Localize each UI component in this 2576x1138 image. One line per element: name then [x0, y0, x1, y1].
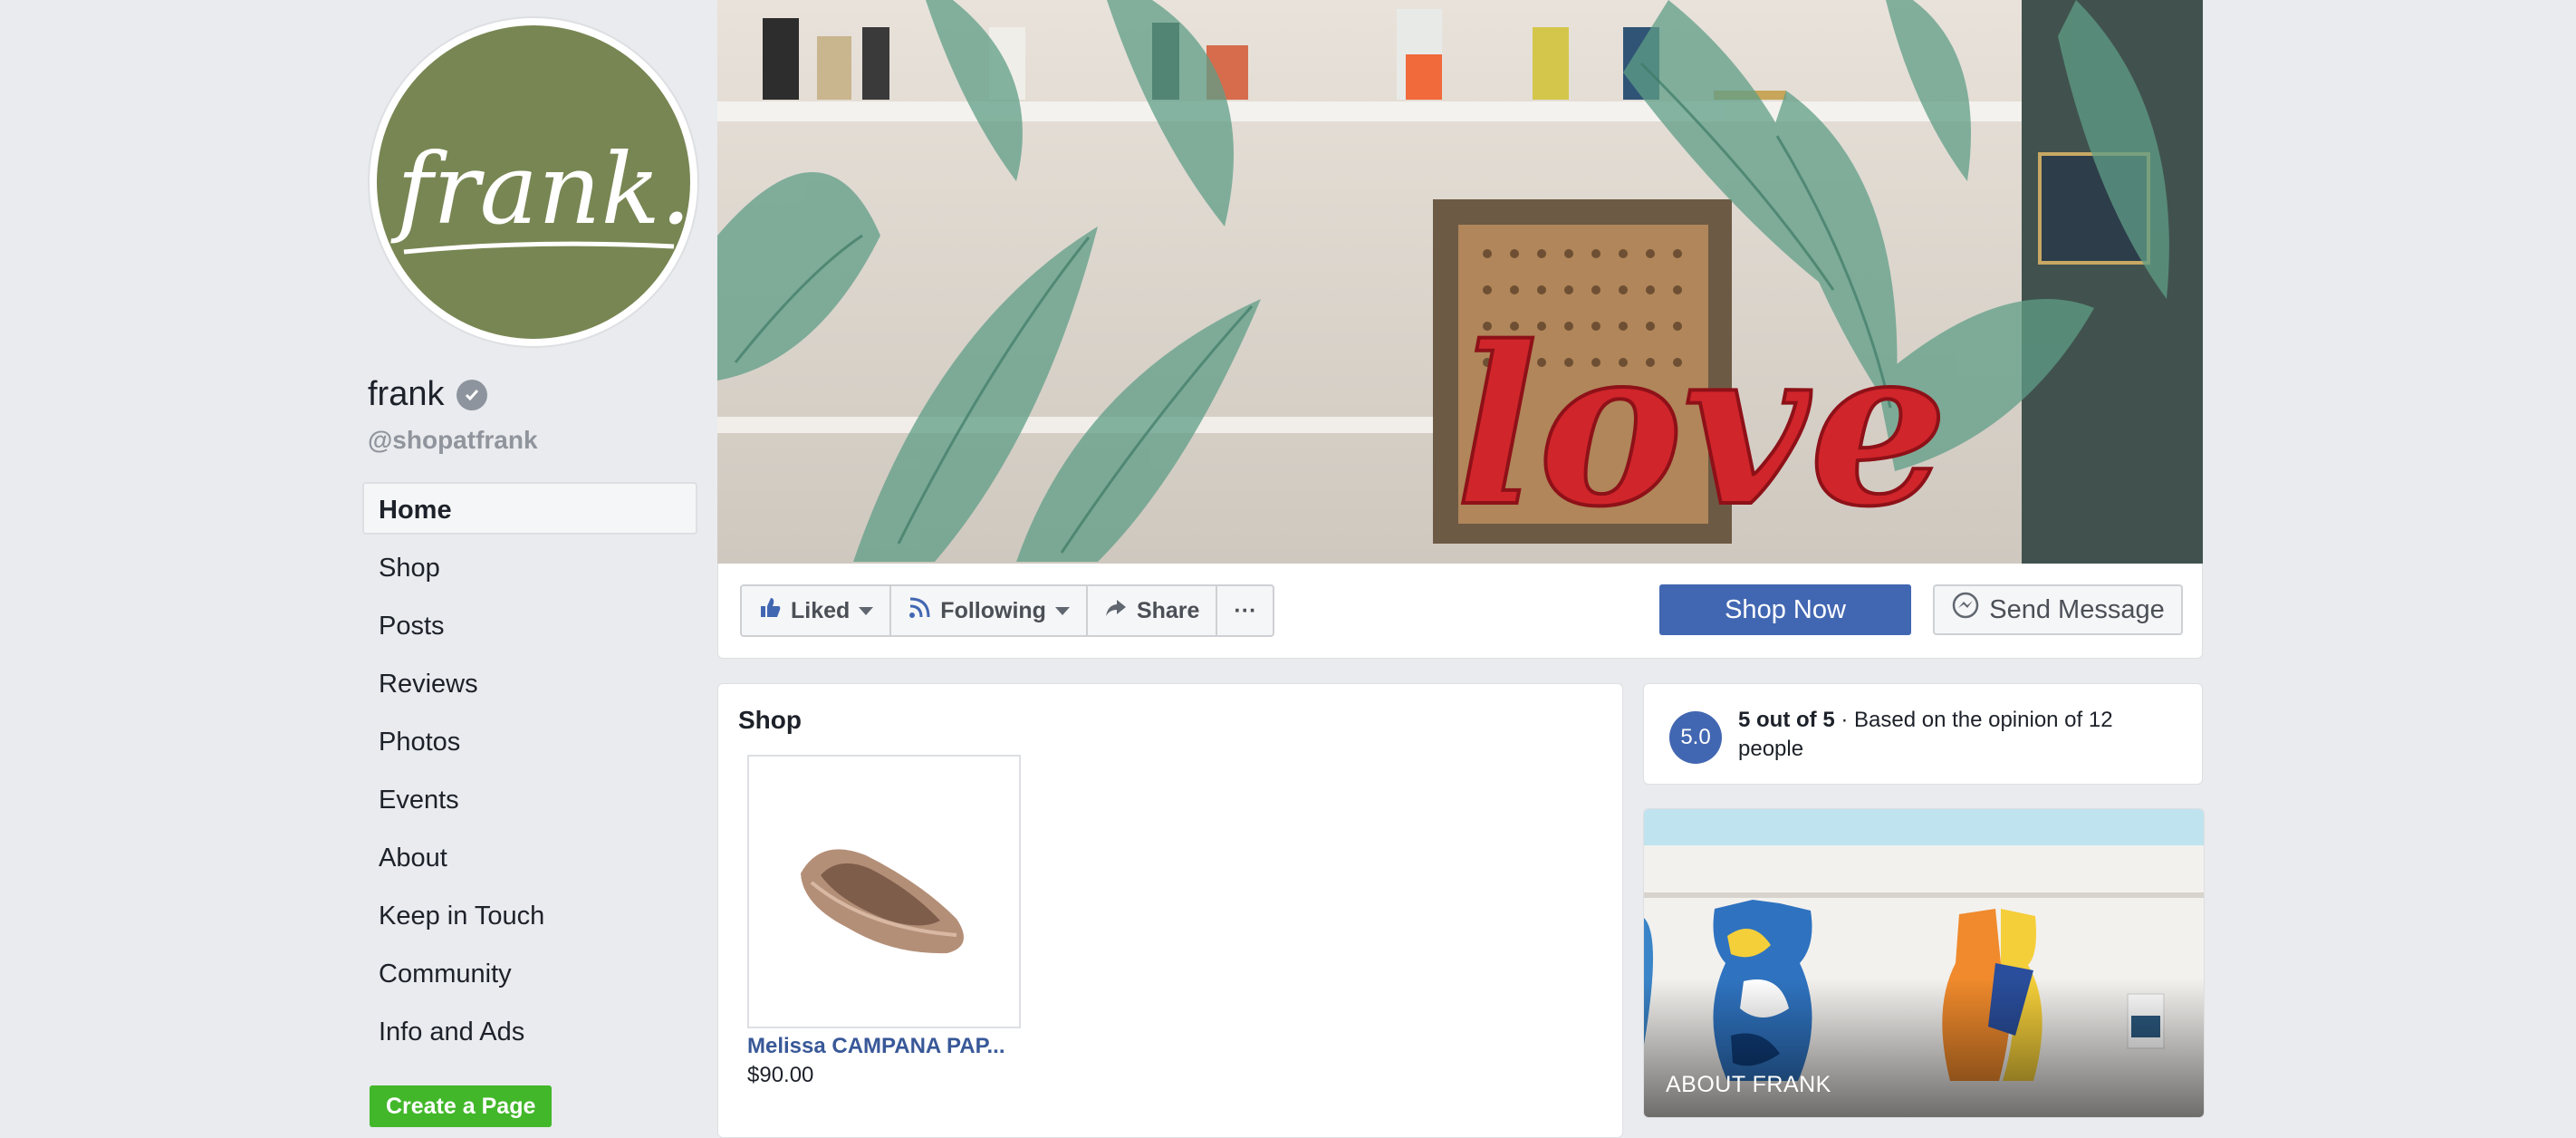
liked-button[interactable]: Liked — [742, 586, 892, 635]
page-action-bar: Liked Following Share ··· Shop Now Send … — [717, 564, 2203, 659]
liked-label: Liked — [791, 597, 851, 623]
about-card[interactable]: ABOUT FRANK — [1643, 808, 2205, 1118]
page-action-group: Liked Following Share ··· — [740, 584, 1275, 637]
thumbs-up-icon — [758, 596, 782, 626]
following-button[interactable]: Following — [891, 586, 1088, 635]
shop-now-button[interactable]: Shop Now — [1659, 584, 1911, 635]
nav-item-about[interactable]: About — [362, 830, 697, 882]
shop-title[interactable]: Shop — [738, 706, 802, 735]
send-message-label: Send Message — [1989, 594, 2165, 624]
nav-item-info-and-ads[interactable]: Info and Ads — [362, 1004, 697, 1056]
more-dots-icon: ··· — [1234, 597, 1257, 623]
product-price: $90.00 — [747, 1063, 814, 1087]
nav-item-home[interactable]: Home — [362, 482, 697, 535]
shop-section: Shop Melissa CAMPANA PAP... $90.00 — [717, 683, 1623, 1138]
messenger-icon — [1951, 592, 1980, 628]
more-options-button[interactable]: ··· — [1217, 586, 1273, 635]
page-title-row: frank — [368, 375, 488, 414]
page-nav: Home Shop Posts Reviews Photos Events Ab… — [362, 482, 697, 1062]
rating-card: 5.0 5 out of 5 · Based on the opinion of… — [1643, 683, 2203, 785]
love-balloon: love — [1456, 299, 1947, 555]
share-label: Share — [1136, 597, 1200, 623]
rss-icon — [908, 596, 931, 626]
rating-summary[interactable]: 5 out of 5 · Based on the opinion of 12 … — [1738, 706, 2182, 764]
profile-picture[interactable]: frank. — [370, 18, 697, 346]
product-image[interactable] — [747, 755, 1021, 1028]
nav-item-events[interactable]: Events — [362, 772, 697, 825]
page-title[interactable]: frank — [368, 375, 444, 414]
nav-item-posts[interactable]: Posts — [362, 598, 697, 651]
page-handle[interactable]: @shopatfrank — [368, 426, 538, 455]
nav-item-community[interactable]: Community — [362, 946, 697, 998]
nav-item-keep-in-touch[interactable]: Keep in Touch — [362, 888, 697, 940]
send-message-button[interactable]: Send Message — [1933, 584, 2183, 635]
nav-item-photos[interactable]: Photos — [362, 714, 697, 767]
cover-photo[interactable]: love — [717, 0, 2203, 564]
profile-logo: frank. — [377, 25, 690, 339]
rating-score-badge: 5.0 — [1669, 711, 1722, 764]
caret-down-icon — [1054, 606, 1070, 615]
verified-check-icon — [457, 379, 488, 410]
product-name-link[interactable]: Melissa CAMPANA PAP... — [747, 1034, 1019, 1059]
nav-item-shop[interactable]: Shop — [362, 540, 697, 593]
following-label: Following — [940, 597, 1046, 623]
share-button[interactable]: Share — [1088, 586, 1218, 635]
about-card-label: ABOUT FRANK — [1666, 1072, 1831, 1097]
rating-bold: 5 out of 5 — [1738, 708, 1835, 732]
create-page-button[interactable]: Create a Page — [370, 1085, 553, 1127]
caret-down-icon — [859, 606, 874, 615]
share-arrow-icon — [1104, 596, 1128, 626]
logo-text: frank. — [390, 133, 690, 246]
nav-item-reviews[interactable]: Reviews — [362, 656, 697, 709]
